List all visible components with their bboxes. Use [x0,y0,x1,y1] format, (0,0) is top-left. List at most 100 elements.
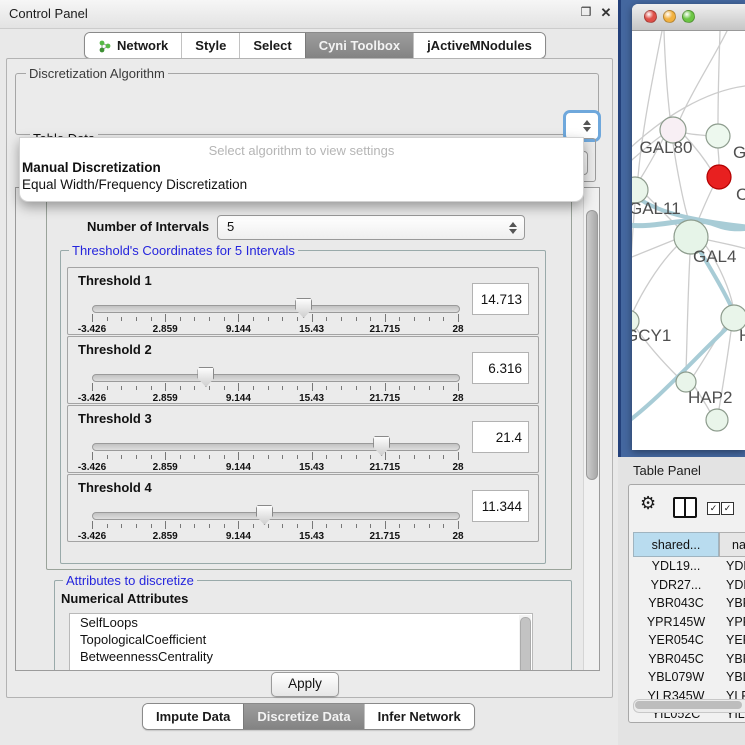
cell-shared-name[interactable]: YDR27... [633,576,719,595]
table-row[interactable]: YDR27...YDR2 [633,576,745,595]
tick-label: -3.426 [78,462,106,473]
table-horizontal-scrollbar[interactable] [633,699,745,713]
cell-shared-name[interactable]: YBL079W [633,668,719,687]
column-header-shared-name[interactable]: shared... [633,532,719,557]
cell-shared-name[interactable]: YDL19... [633,557,719,576]
network-node-label: H [739,326,745,345]
settings-vertical-scrollbar[interactable] [583,188,599,670]
close-panel-icon[interactable]: ✕ [598,5,614,21]
threshold-slider[interactable]: -3.4262.8599.14415.4321.71528 [92,508,458,540]
tab-cyni-toolbox[interactable]: Cyni Toolbox [305,33,413,58]
tick-label: 15.43 [299,462,324,473]
network-edge[interactable] [686,254,690,372]
number-of-intervals-combobox[interactable]: 5 [217,215,525,240]
threshold-label: Threshold 4 [78,480,152,495]
cyni-bottom-tabbar: Impute DataDiscretize DataInfer Network [142,703,475,730]
network-canvas[interactable]: GAL80GACGAL11GAL4GCY1HHAP2 [632,31,745,450]
cell-name[interactable]: YBL0 [719,668,745,687]
tab-discretize-data[interactable]: Discretize Data [243,704,363,729]
cell-name[interactable]: YBR0 [719,650,745,669]
float-window-icon[interactable]: ❒ [578,5,594,19]
attributes-scrollbar[interactable] [519,615,531,671]
split-columns-icon[interactable] [673,497,697,518]
slider-tick [385,314,386,322]
gear-icon[interactable]: ⚙ [640,493,656,514]
cell-shared-name[interactable]: YPR145W [633,613,719,632]
scrollbar-thumb[interactable] [635,701,742,709]
table-row[interactable]: YBR045CYBR0 [633,650,745,669]
minimize-traffic-light-icon[interactable] [663,10,676,23]
tick-label: 15.43 [299,393,324,404]
cell-name[interactable]: YBR0 [719,594,745,613]
slider-track[interactable] [92,305,460,313]
slider-tick [253,386,254,390]
slider-tick [194,455,195,459]
slider-tick [429,524,430,528]
checkbox-icon[interactable]: ✓ [707,502,720,515]
slider-tick [107,524,108,528]
cell-shared-name[interactable]: YBR045C [633,650,719,669]
table-row[interactable]: YPR145WYPR1 [633,613,745,632]
cell-shared-name[interactable]: YBR043C [633,594,719,613]
tab-infer-network[interactable]: Infer Network [364,704,474,729]
slider-tick [414,386,415,390]
apply-button[interactable]: Apply [271,672,339,697]
threshold-value[interactable]: 11.344 [472,490,529,522]
network-edge[interactable] [664,31,670,117]
popup-option-equal-width[interactable]: Equal Width/Frequency Discretization [22,177,247,192]
attribute-item[interactable]: SelfLoops [70,614,532,631]
network-edge[interactable] [718,148,719,165]
tab-select[interactable]: Select [239,33,304,58]
network-edge[interactable] [685,133,708,136]
cell-name[interactable]: YDR2 [719,576,745,595]
numerical-attributes-list[interactable]: SelfLoopsTopologicalCoefficientBetweenne… [69,613,533,671]
slider-tick [209,524,210,528]
cell-shared-name[interactable]: YER054C [633,631,719,650]
column-header-name[interactable]: na [719,532,745,557]
slider-tick [326,524,327,528]
network-node[interactable] [707,165,731,189]
threshold-value[interactable]: 21.4 [472,421,529,453]
slider-tick [429,455,430,459]
attribute-item[interactable]: TopologicalCoefficient [70,631,532,648]
table-row[interactable]: YDL19...YDL1 [633,557,745,576]
slider-track[interactable] [92,443,460,451]
network-graph[interactable]: GAL80GACGAL11GAL4GCY1HHAP2 [632,31,745,450]
slider-tick [297,317,298,321]
slider-track[interactable] [92,512,460,520]
cell-name[interactable]: YDL1 [719,557,745,576]
tick-label: 2.859 [153,531,178,542]
checkbox-icon[interactable]: ✓ [721,502,734,515]
cell-name[interactable]: YPR1 [719,613,745,632]
table-row[interactable]: YBR043CYBR0 [633,594,745,613]
table-row[interactable]: YER054CYER0 [633,631,745,650]
close-traffic-light-icon[interactable] [644,10,657,23]
slider-tick [151,386,152,390]
threshold-slider[interactable]: -3.4262.8599.14415.4321.71528 [92,370,458,402]
slider-track[interactable] [92,374,460,382]
threshold-slider[interactable]: -3.4262.8599.14415.4321.71528 [92,439,458,471]
threshold-value[interactable]: 6.316 [472,352,529,384]
slider-tick [121,317,122,321]
network-edge[interactable] [632,246,677,314]
network-node[interactable] [706,124,730,148]
network-edge[interactable] [718,31,720,124]
slider-tick [297,524,298,528]
threshold-value[interactable]: 14.713 [472,283,529,315]
table-row[interactable]: YBL079WYBL0 [633,668,745,687]
threshold-slider[interactable]: -3.4262.8599.14415.4321.71528 [92,301,458,333]
network-edge[interactable] [632,240,674,261]
slider-tick [136,524,137,528]
tab-impute-data[interactable]: Impute Data [143,704,243,729]
network-node[interactable] [706,409,728,431]
attribute-item[interactable]: BetweennessCentrality [70,648,532,665]
zoom-traffic-light-icon[interactable] [682,10,695,23]
popup-option-manual-discretization[interactable]: Manual Discretization [22,160,161,175]
table-panel-title: Table Panel [633,463,701,478]
scrollbar-thumb[interactable] [520,617,531,671]
tab-network[interactable]: Network [85,33,181,58]
scrollbar-thumb[interactable] [586,210,598,480]
tab-jactivemnodules[interactable]: jActiveMNodules [413,33,545,58]
cell-name[interactable]: YER0 [719,631,745,650]
tab-style[interactable]: Style [181,33,239,58]
